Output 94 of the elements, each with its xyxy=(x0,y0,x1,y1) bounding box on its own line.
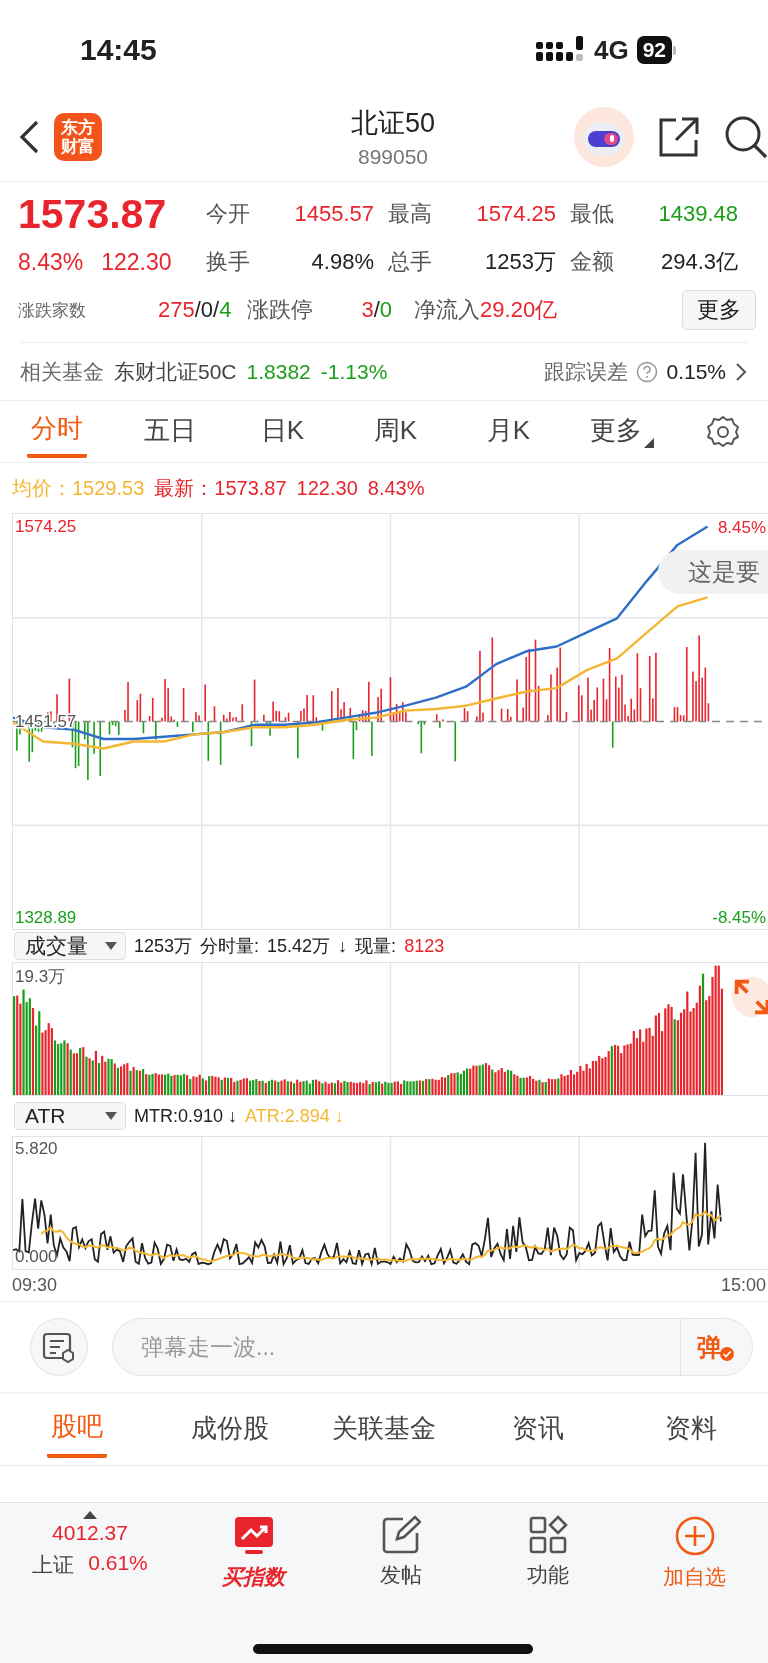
legend-label: 均价： xyxy=(12,475,72,501)
battery-indicator: 92 xyxy=(636,36,672,64)
index-name[interactable]: 上证 xyxy=(32,1551,75,1579)
toolbar-button[interactable]: 发帖 xyxy=(327,1503,474,1663)
period-tab[interactable]: 月K xyxy=(482,407,535,456)
y-tick-label: 1328.89 xyxy=(15,908,77,927)
percent-label: -8.45% xyxy=(712,908,766,927)
chart-screen-icon xyxy=(232,1515,275,1557)
caret-icon xyxy=(643,438,654,448)
section-tab[interactable]: 资料 xyxy=(661,1403,722,1456)
toolbar-button[interactable]: 功能 xyxy=(474,1503,621,1663)
stat-value: 1439.48 xyxy=(657,201,739,227)
more-button[interactable]: 更多 xyxy=(682,290,756,330)
legend-value: 1573.87 xyxy=(214,476,287,500)
indicator-label: 分时量: xyxy=(200,935,260,958)
stat-label: 最低 xyxy=(570,200,615,228)
legend-value: 122.30 xyxy=(296,476,358,500)
legend-value: 1529.53 xyxy=(72,476,145,500)
robot-avatar-icon[interactable] xyxy=(574,106,634,167)
legend-label: 最新： xyxy=(154,475,215,501)
settings-icon[interactable] xyxy=(706,414,740,449)
period-tab[interactable]: 日K xyxy=(256,407,309,456)
indicator-value: MTR:0.910 ↓ xyxy=(134,1105,238,1127)
time-label: 15:00 xyxy=(720,1275,766,1296)
search-icon[interactable] xyxy=(724,114,768,159)
fund-name[interactable]: 东财北证50C xyxy=(114,357,237,386)
stat-label: 今开 xyxy=(206,200,251,228)
volume-total: 1253万 xyxy=(134,935,193,958)
stat-label: 换手 xyxy=(206,248,251,276)
time-label: 09:30 xyxy=(12,1275,58,1296)
chevron-right-icon[interactable] xyxy=(734,360,748,383)
stat-value: 1253万 xyxy=(484,248,557,276)
fund-price: 1.8382 xyxy=(246,359,311,384)
stat-label: 涨跌家数 xyxy=(18,299,87,322)
stat-value: 1455.57 xyxy=(293,201,375,227)
tooltip-bubble[interactable]: 这是要 xyxy=(658,550,768,594)
indicator-value: ATR:2.894 ↓ xyxy=(245,1105,344,1127)
index-value[interactable]: 4012.37 xyxy=(52,1521,128,1545)
change-value: 122.30 xyxy=(101,248,172,276)
stat-value: 4.98% xyxy=(310,249,375,275)
app-logo: 东方 财富 xyxy=(54,112,102,161)
stat-value: 1574.25 xyxy=(475,201,557,227)
status-time: 14:45 xyxy=(80,33,157,67)
fund-change: -1.13% xyxy=(320,359,388,384)
stat-value: 3/0 xyxy=(361,297,393,323)
help-icon[interactable] xyxy=(636,360,659,383)
network-label: 4G xyxy=(593,34,629,66)
stock-code: 899050 xyxy=(357,144,429,169)
y-tick-label: 1574.25 xyxy=(15,516,77,536)
edit-icon xyxy=(380,1515,421,1555)
current-price: 1573.87 xyxy=(18,190,168,238)
caret-up-icon xyxy=(83,1511,97,1519)
stat-value: 275/0/4 xyxy=(158,297,232,323)
change-percent: 8.43% xyxy=(18,248,84,276)
tracking-label: 跟踪误差 xyxy=(544,358,629,385)
percent-label: 8.45% xyxy=(717,518,766,537)
stat-value: 294.3亿 xyxy=(659,248,739,276)
share-icon[interactable] xyxy=(658,115,700,158)
indicator-label: 现量: xyxy=(355,935,397,958)
stat-label: 净流入 xyxy=(414,296,481,324)
section-tab[interactable]: 关联基金 xyxy=(328,1403,440,1456)
section-tab[interactable]: 成份股 xyxy=(187,1403,274,1456)
index-change[interactable]: 0.61% xyxy=(88,1551,148,1579)
indicator-dropdown[interactable]: 成交量 xyxy=(14,932,126,960)
tracking-value: 0.15% xyxy=(666,359,726,384)
caret-icon xyxy=(105,942,117,950)
period-tab[interactable]: 周K xyxy=(369,407,422,456)
add-icon xyxy=(673,1515,716,1557)
period-tab[interactable]: 五日 xyxy=(139,407,200,456)
section-tab[interactable]: 资讯 xyxy=(507,1403,568,1456)
legend-value: 8.43% xyxy=(367,476,425,500)
stat-value: 29.20亿 xyxy=(480,296,558,324)
caret-icon xyxy=(105,1112,117,1120)
message-settings-icon xyxy=(42,1330,76,1364)
down-arrow: ↓ xyxy=(338,935,348,957)
period-tab[interactable]: 更多 xyxy=(585,407,658,456)
fund-label: 相关基金 xyxy=(20,358,104,385)
indicator-dropdown[interactable]: ATR xyxy=(14,1102,126,1130)
back-icon[interactable] xyxy=(18,118,40,155)
expand-button[interactable] xyxy=(732,977,768,1017)
axis-label: 19.3万 xyxy=(15,966,66,988)
stat-label: 涨跌停 xyxy=(247,296,314,324)
signal-icon xyxy=(535,36,586,64)
apps-icon xyxy=(527,1515,568,1555)
indicator-value: 8123 xyxy=(404,935,445,957)
stat-label: 总手 xyxy=(388,248,433,276)
stat-label: 最高 xyxy=(388,200,433,228)
stat-label: 金额 xyxy=(570,248,615,276)
expand-icon xyxy=(732,977,768,1017)
indicator-value: 15.42万 xyxy=(267,935,331,958)
axis-label: 0.000 xyxy=(15,1247,58,1267)
page-title: 北证50 xyxy=(350,106,435,140)
axis-label: 5.820 xyxy=(15,1139,58,1159)
check-icon xyxy=(720,1347,734,1361)
